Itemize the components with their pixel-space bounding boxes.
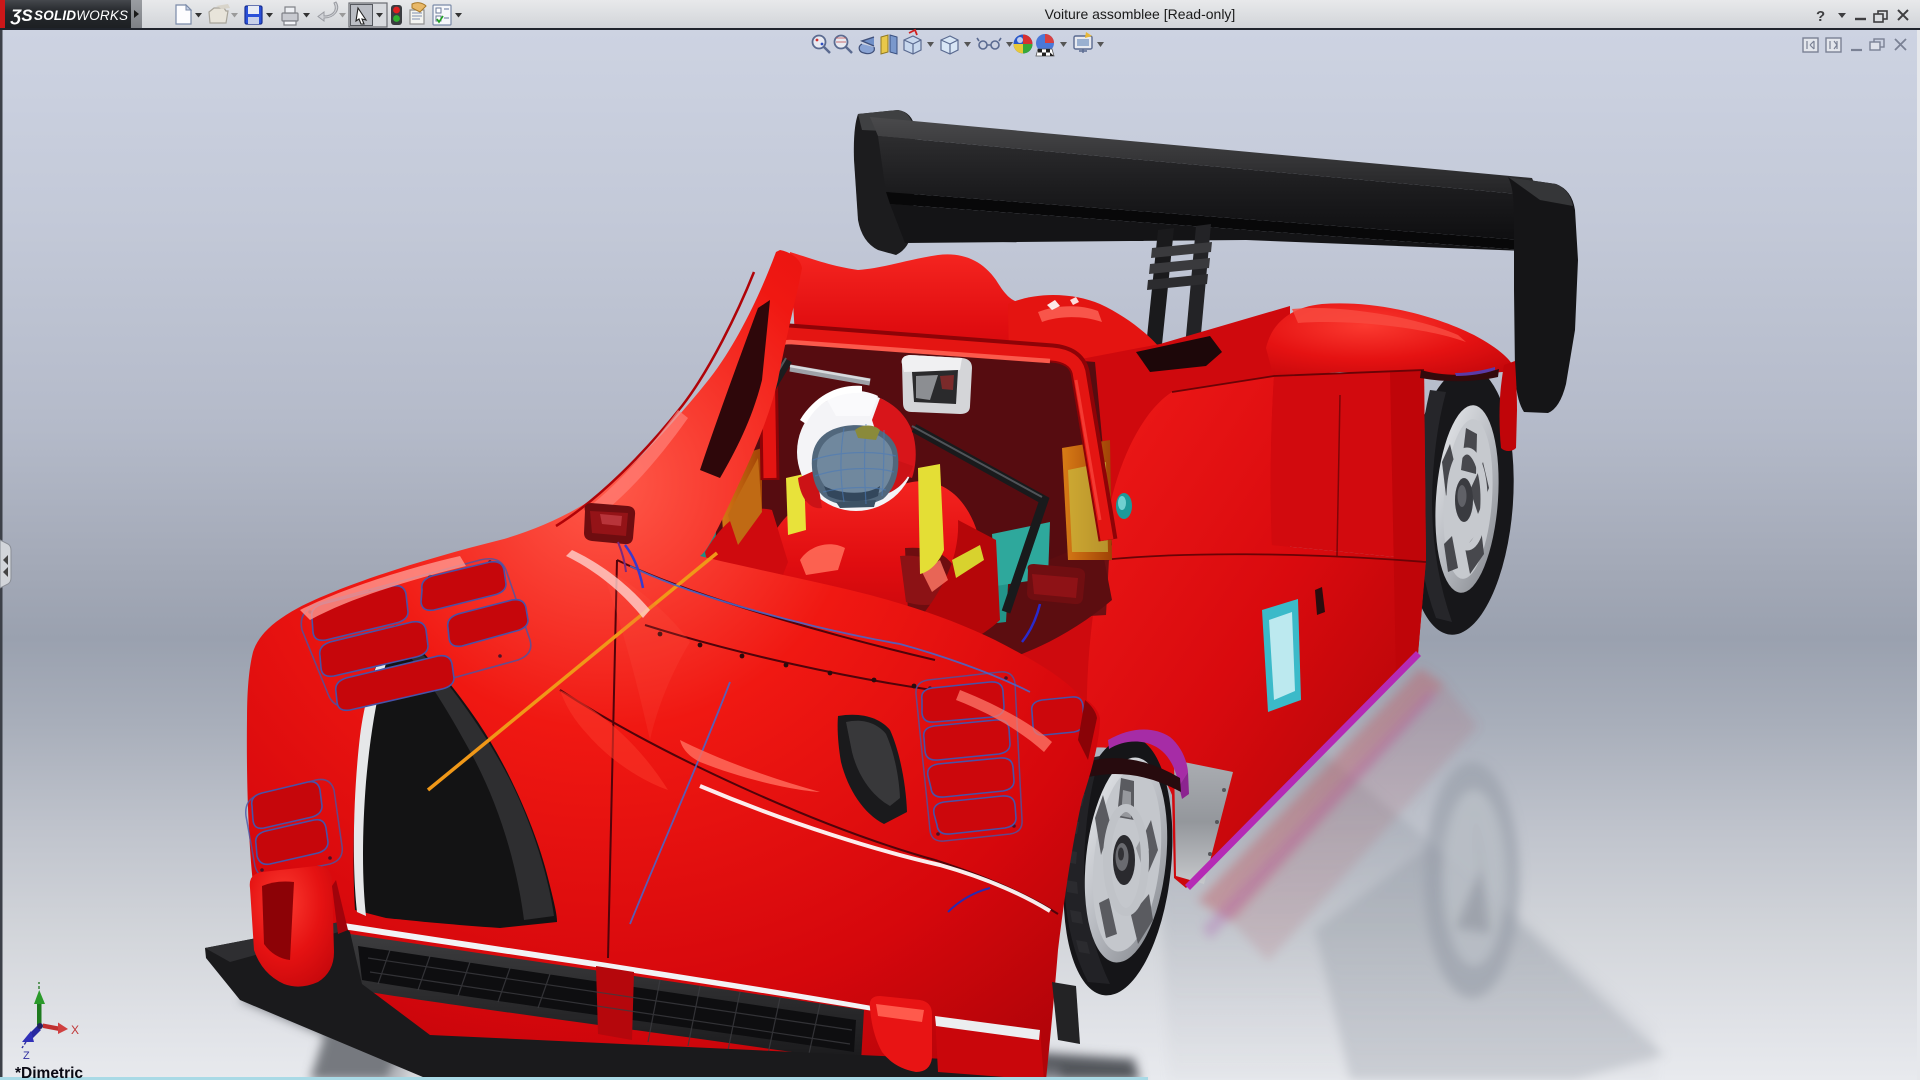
svg-text:X: X xyxy=(71,1023,79,1037)
svg-text:ƷS: ƷS xyxy=(10,6,33,25)
svg-text:?: ? xyxy=(1816,8,1825,25)
svg-text:SOLIDWORKS: SOLIDWORKS xyxy=(34,8,128,23)
svg-text:*Dimetric: *Dimetric xyxy=(15,1065,83,1080)
svg-text:Z: Z xyxy=(23,1050,30,1062)
